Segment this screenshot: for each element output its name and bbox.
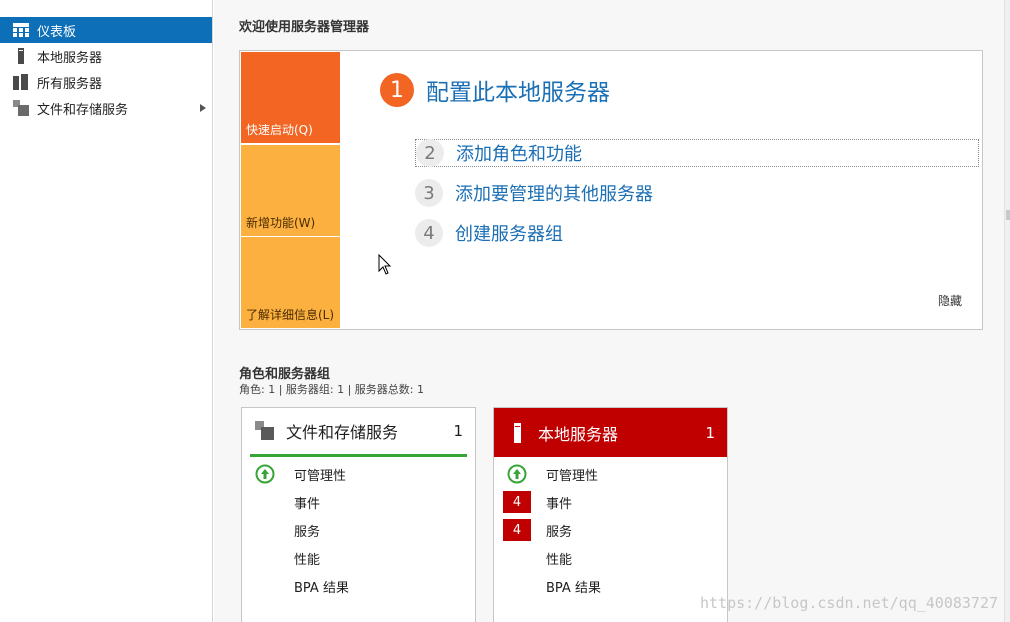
step-label: 配置此本地服务器 [426, 80, 610, 106]
file-storage-icon [254, 420, 276, 442]
step-number: 4 [415, 219, 443, 247]
dashboard-main: 欢迎使用服务器管理器 快速启动(Q) 新增功能(W) 了解详细信息(L) 1 配… [214, 0, 1004, 622]
server-icon [12, 48, 29, 64]
sidebar-item-label: 本地服务器 [37, 50, 103, 66]
card-row-performance[interactable]: 性能 [494, 544, 727, 572]
card-header[interactable]: 本地服务器 1 [494, 408, 727, 457]
step-label: 添加角色和功能 [456, 144, 582, 165]
roles-title: 角色和服务器组 [239, 367, 331, 382]
card-title: 本地服务器 [538, 424, 619, 444]
card-row-manageability[interactable]: 可管理性 [242, 460, 475, 488]
sidebar-item-all-servers[interactable]: 所有服务器 [0, 69, 212, 95]
card-row-events[interactable]: 4 事件 [494, 488, 727, 516]
card-row-performance[interactable]: 性能 [242, 544, 475, 572]
create-server-group-link[interactable]: 4 创建服务器组 [415, 219, 979, 247]
alert-count-badge[interactable]: 4 [503, 519, 531, 541]
step-number: 1 [380, 73, 414, 107]
row-label: 事件 [546, 496, 573, 512]
roles-summary: 角色: 1 | 服务器组: 1 | 服务器总数: 1 [239, 383, 425, 396]
card-row-manageability[interactable]: 可管理性 [494, 460, 727, 488]
watermark: https://blog.csdn.net/qq_40083727 [699, 594, 998, 612]
server-icon [506, 422, 528, 444]
row-label: 可管理性 [294, 468, 347, 484]
sidebar-item-label: 所有服务器 [37, 76, 103, 92]
expand-arrow-icon[interactable] [200, 104, 206, 112]
card-row-bpa-results[interactable]: BPA 结果 [494, 572, 727, 600]
vertical-scrollbar[interactable] [1004, 0, 1010, 622]
quick-start-panel: 快速启动(Q) 新增功能(W) 了解详细信息(L) 1 配置此本地服务器 2 添… [239, 50, 983, 330]
row-label: 性能 [546, 552, 573, 568]
dashboard-icon [12, 22, 29, 38]
sidebar-item-label: 仪表板 [37, 24, 77, 40]
card-header[interactable]: 文件和存储服务 1 [250, 408, 467, 457]
step-number: 3 [415, 179, 443, 207]
row-label: BPA 结果 [546, 580, 601, 596]
add-servers-link[interactable]: 3 添加要管理的其他服务器 [415, 179, 979, 207]
sidebar-item-dashboard[interactable]: 仪表板 [0, 17, 212, 43]
sidebar: 仪表板 本地服务器 所有服务器 文件和存储服务 [0, 0, 213, 622]
servers-icon [12, 74, 29, 90]
sidebar-item-label: 文件和存储服务 [37, 102, 129, 118]
scrollbar-thumb[interactable] [1006, 210, 1010, 220]
tab-whats-new[interactable]: 新增功能(W) [241, 145, 340, 236]
card-row-services[interactable]: 服务 [242, 516, 475, 544]
row-label: 事件 [294, 496, 321, 512]
card-row-bpa-results[interactable]: BPA 结果 [242, 572, 475, 600]
configure-local-server-link[interactable]: 1 配置此本地服务器 [380, 73, 610, 107]
add-roles-features-link[interactable]: 2 添加角色和功能 [415, 139, 979, 167]
role-card-file-storage[interactable]: 文件和存储服务 1 可管理性 事件 服务 性能 BPA 结果 [241, 407, 476, 622]
card-count: 1 [453, 422, 463, 440]
file-storage-icon [12, 100, 29, 116]
alert-count-badge[interactable]: 4 [503, 491, 531, 513]
welcome-title: 欢迎使用服务器管理器 [239, 20, 370, 35]
step-number: 2 [416, 139, 444, 167]
card-row-services[interactable]: 4 服务 [494, 516, 727, 544]
row-label: 性能 [294, 552, 321, 568]
role-card-local-server[interactable]: 本地服务器 1 可管理性 4 事件 4 服务 性能 BPA 结果 [493, 407, 728, 622]
hide-link[interactable]: 隐藏 [938, 292, 962, 309]
tab-learn-more[interactable]: 了解详细信息(L) [241, 237, 340, 328]
sidebar-item-file-storage[interactable]: 文件和存储服务 [0, 95, 212, 121]
step-label: 添加要管理的其他服务器 [455, 184, 653, 205]
ok-status-icon [502, 463, 532, 485]
row-label: 可管理性 [546, 468, 599, 484]
ok-status-icon [250, 463, 280, 485]
card-count: 1 [705, 423, 715, 442]
row-label: 服务 [294, 524, 321, 540]
row-label: 服务 [546, 524, 573, 540]
card-row-events[interactable]: 事件 [242, 488, 475, 516]
mouse-cursor-icon [378, 253, 392, 280]
tab-quick-start[interactable]: 快速启动(Q) [241, 52, 340, 143]
card-title: 文件和存储服务 [286, 423, 399, 442]
step-label: 创建服务器组 [455, 224, 563, 245]
row-label: BPA 结果 [294, 580, 349, 596]
sidebar-item-local-server[interactable]: 本地服务器 [0, 43, 212, 69]
